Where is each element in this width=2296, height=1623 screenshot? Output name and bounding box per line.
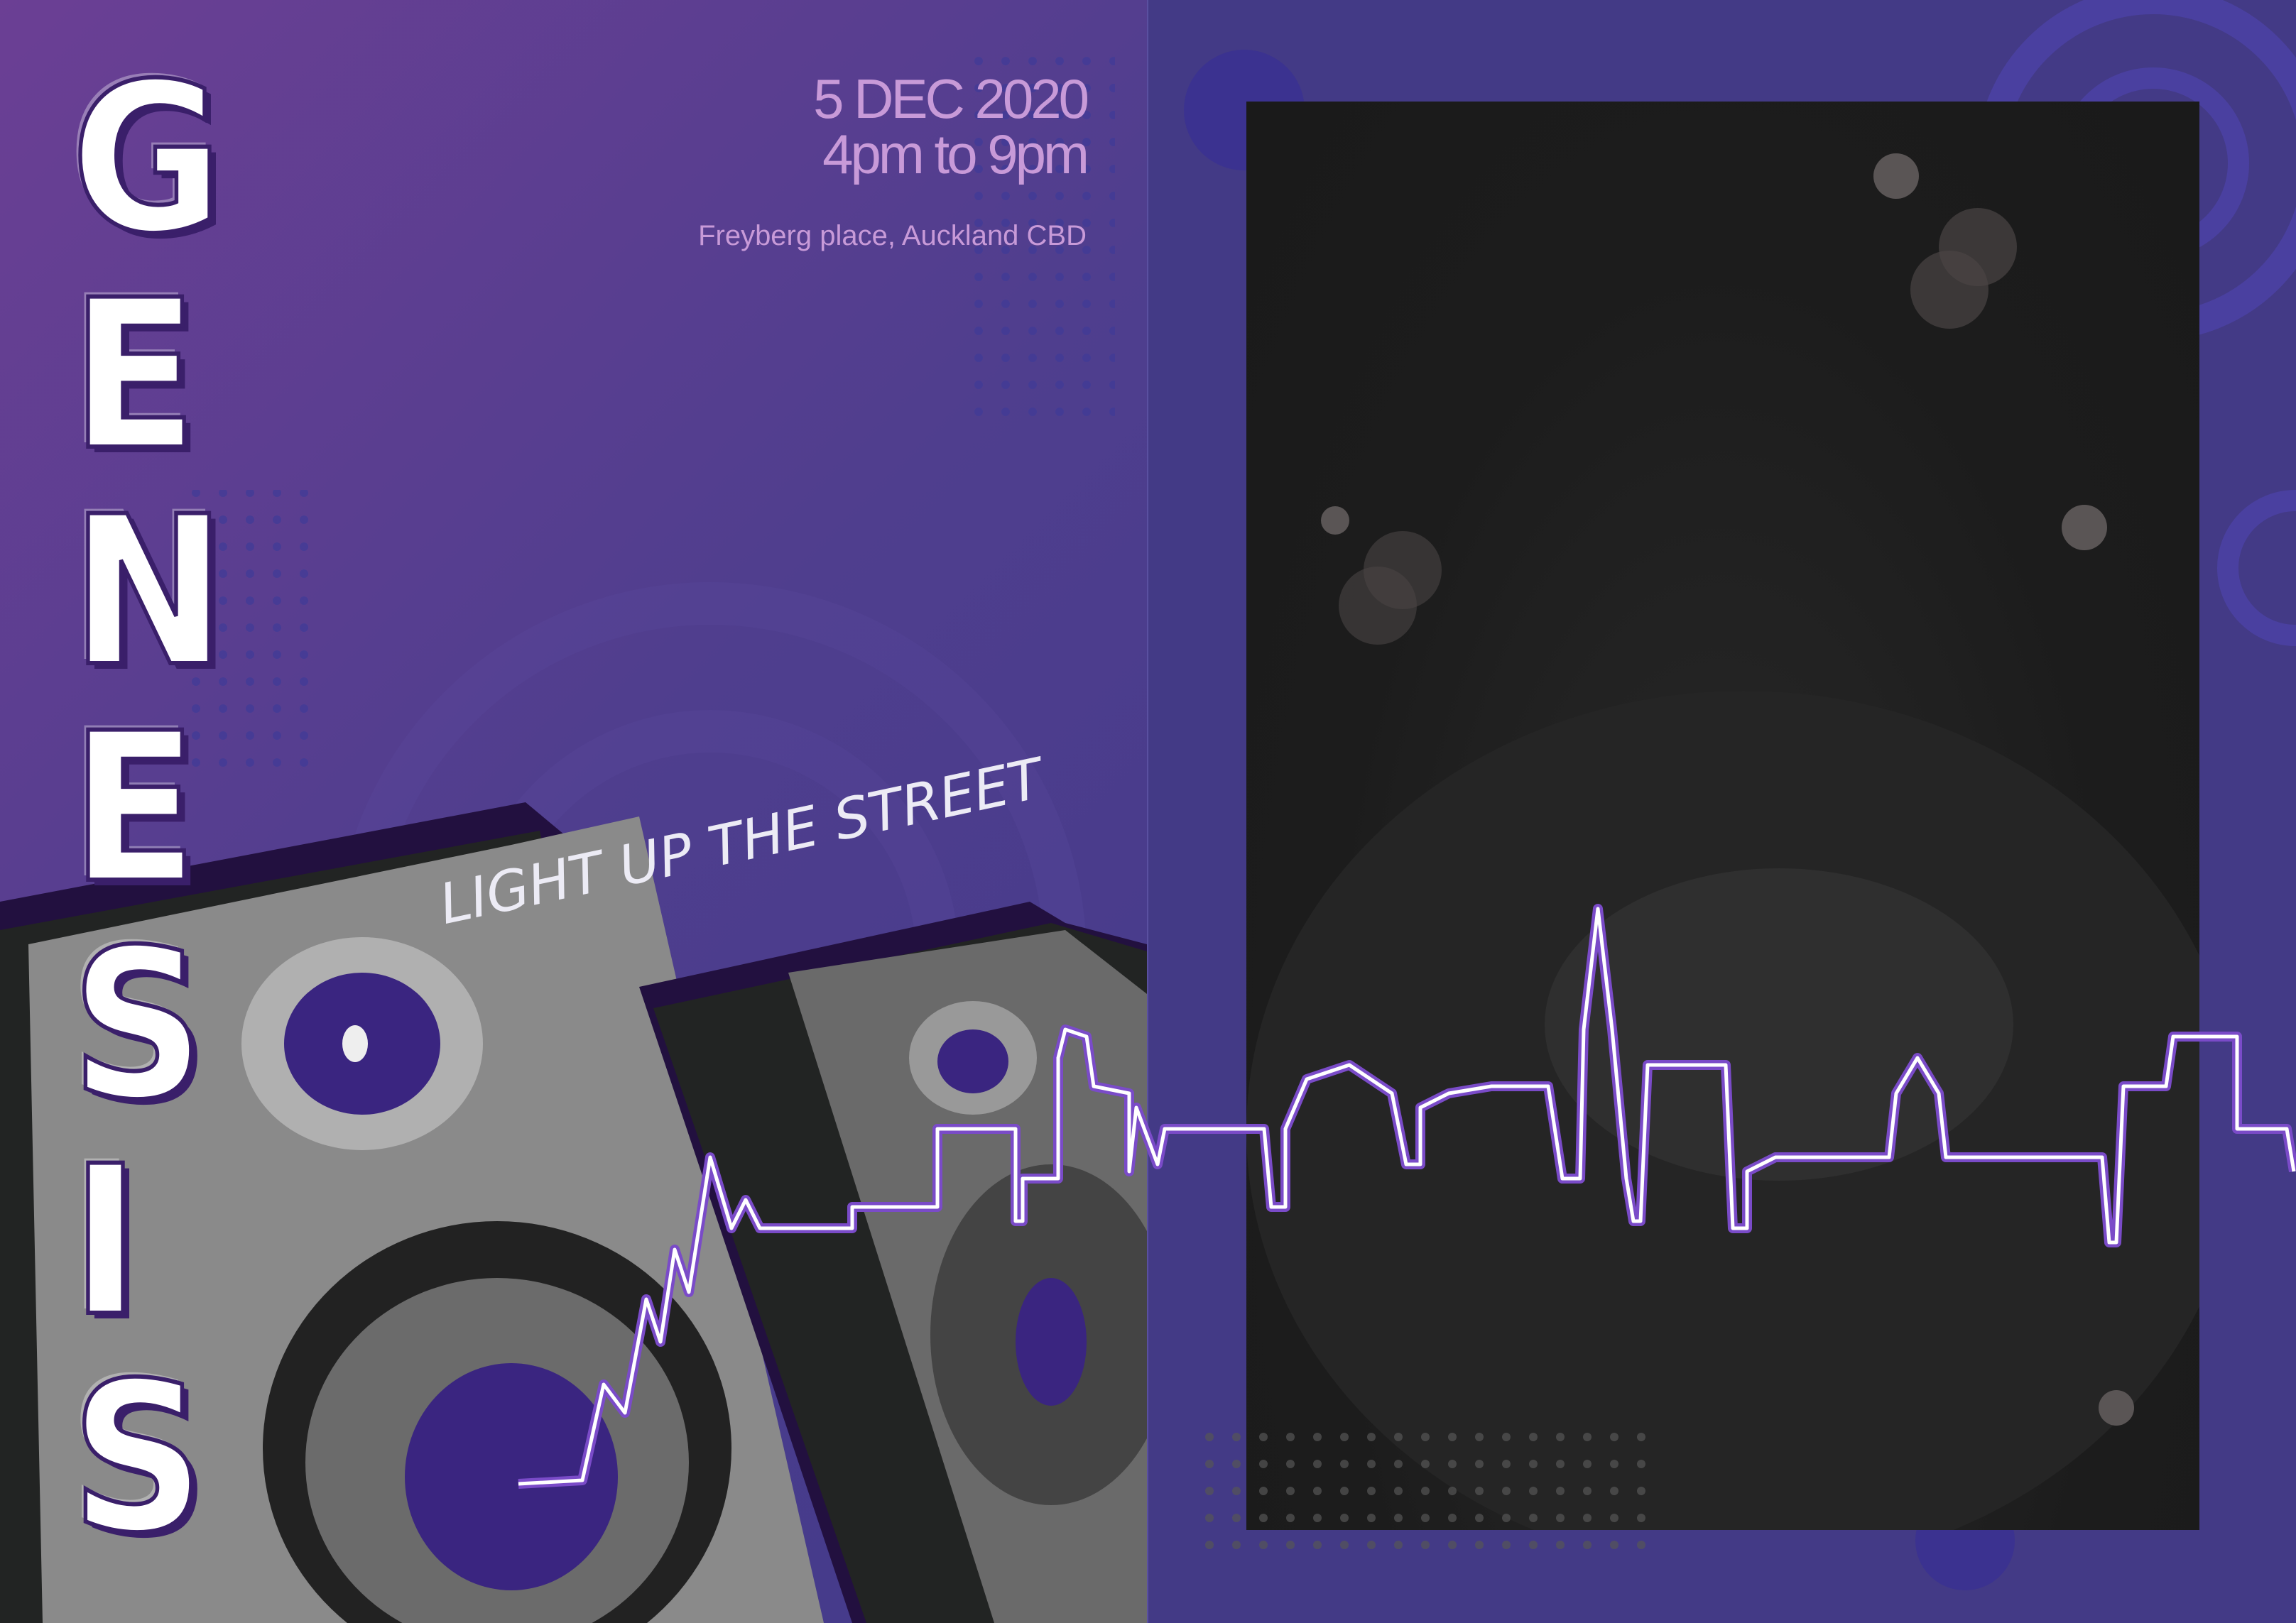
event-date: 5 DEC 2020 xyxy=(813,67,1089,130)
title-letter: E xyxy=(69,689,200,929)
title-letter: S xyxy=(69,1339,206,1578)
title-letter: G xyxy=(69,40,225,279)
title-letter: I xyxy=(69,1122,142,1362)
event-date-time: 5 DEC 2020 4pm to 9pm xyxy=(813,67,1089,185)
event-time: 4pm to 9pm xyxy=(822,123,1089,185)
dot-grid-bottom xyxy=(1198,1420,1653,1555)
title-letter: S xyxy=(69,906,206,1145)
poster-front-panel: 5 DEC 2020 4pm to 9pm Freyberg place, Au… xyxy=(0,0,1147,1623)
title-letter: E xyxy=(69,256,200,496)
event-venue: Freyberg place, Auckland CBD xyxy=(698,220,1087,251)
poster-back-panel xyxy=(1147,0,2296,1623)
title-letter: N xyxy=(69,473,228,712)
